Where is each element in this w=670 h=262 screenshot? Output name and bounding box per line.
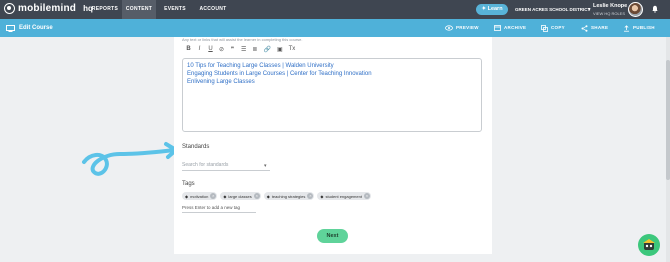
code-button[interactable]: ⊘ <box>219 46 224 53</box>
nav-item-events[interactable]: EVENTS <box>160 0 190 19</box>
scrollbar-thumb[interactable] <box>666 60 670 180</box>
brand-name: mobilemind <box>18 3 77 14</box>
editor-toolbar: B I U ⊘ ❞ ☰ ≣ 🔗 ▣ Tx <box>186 44 295 54</box>
help-bot-button[interactable] <box>638 234 660 256</box>
share-button[interactable]: SHARE <box>581 19 608 37</box>
publish-button[interactable]: PUBLISH <box>623 19 655 37</box>
remove-tag-icon[interactable]: × <box>253 193 260 199</box>
share-label: SHARE <box>591 25 609 30</box>
tag-list: ◆ motivation × ◆ large classes × ◆ teaching s… <box>182 192 371 200</box>
tag-chip: ◆ motivation × <box>182 192 218 200</box>
top-navigation-bar: mobilemind hq REPORTS CONTENT EVENTS ACC… <box>0 0 670 19</box>
tags-label: Tags <box>182 181 195 187</box>
tag-chip: ◆ teaching strategies × <box>263 192 315 200</box>
chevron-down-icon[interactable]: ▾ <box>264 163 267 169</box>
learn-button-label: Learn <box>487 6 503 12</box>
numbered-list-button[interactable]: ≣ <box>252 46 257 53</box>
tag-icon: ◆ <box>223 193 227 199</box>
archive-button[interactable]: ARCHIVE <box>494 19 526 37</box>
page-title: Edit Course <box>6 19 53 37</box>
clear-format-button[interactable]: Tx <box>289 46 296 52</box>
publish-label: PUBLISH <box>633 25 655 30</box>
underline-button[interactable]: U <box>208 46 213 52</box>
tag-icon: ◆ <box>266 193 270 199</box>
remove-tag-icon[interactable]: × <box>307 193 314 199</box>
copy-icon <box>541 24 548 32</box>
share-icon <box>581 24 588 32</box>
tag-icon: ◆ <box>185 193 189 199</box>
image-button[interactable]: ▣ <box>277 46 283 53</box>
nav-item-reports[interactable]: REPORTS <box>88 0 122 19</box>
course-action-bar: Edit Course PREVIEW ARCHIVE COPY SHARE P… <box>0 19 670 37</box>
user-name: Leslie Knope <box>593 3 628 9</box>
view-roles-link[interactable]: VIEW HQ ROLES <box>593 11 625 16</box>
next-button[interactable]: Next <box>317 229 348 243</box>
district-name[interactable]: GREEN ACRES SCHOOL DISTRICT <box>515 7 590 12</box>
link-button[interactable]: 🔗 <box>263 46 270 53</box>
bullet-list-button[interactable]: ☰ <box>241 46 246 53</box>
tag-label: large classes <box>228 193 252 199</box>
remove-tag-icon[interactable]: × <box>363 193 370 199</box>
tag-chip: ◆ student engagement × <box>317 192 371 200</box>
logo-icon <box>4 3 15 14</box>
italic-button[interactable]: I <box>197 46 202 52</box>
preview-button[interactable]: PREVIEW <box>445 19 479 37</box>
resource-link[interactable]: Enlivening Large Classes <box>187 79 255 85</box>
tag-label: student engagement <box>325 193 362 199</box>
rich-text-editor[interactable]: 10 Tips for Teaching Large Classes | Wal… <box>182 58 482 132</box>
resource-link[interactable]: Engaging Students in Large Courses | Cen… <box>187 71 372 77</box>
archive-label: ARCHIVE <box>504 25 527 30</box>
remove-tag-icon[interactable]: × <box>210 193 217 199</box>
standards-label: Standards <box>182 144 210 150</box>
bell-icon[interactable] <box>651 5 659 13</box>
new-tag-input[interactable]: Press Enter to add a new tag <box>182 204 256 213</box>
bold-button[interactable]: B <box>186 46 191 52</box>
copy-button[interactable]: COPY <box>541 19 565 37</box>
archive-icon <box>494 25 501 31</box>
eye-icon <box>445 25 453 31</box>
tag-label: teaching strategies <box>271 193 306 199</box>
learn-button[interactable]: ✦ Learn <box>476 4 508 15</box>
annotation-arrow-icon <box>82 142 178 176</box>
nav-item-account[interactable]: ACCOUNT <box>197 0 229 19</box>
preview-label: PREVIEW <box>456 25 479 30</box>
chevron-down-icon[interactable]: ▾ <box>588 7 591 13</box>
standards-search-input[interactable]: Search for standards <box>182 162 270 171</box>
monitor-icon <box>6 24 15 32</box>
tag-icon: ◆ <box>320 193 324 199</box>
page-title-text: Edit Course <box>19 25 53 31</box>
robot-icon <box>643 239 655 250</box>
tag-label: motivation <box>190 193 209 199</box>
tag-chip: ◆ large classes × <box>220 192 261 200</box>
publish-icon <box>624 24 629 32</box>
field-helper-text: Any text or links that will assist the l… <box>182 37 303 42</box>
avatar[interactable] <box>628 2 643 17</box>
resource-link[interactable]: 10 Tips for Teaching Large Classes | Wal… <box>187 63 334 69</box>
quote-button[interactable]: ❞ <box>230 46 235 53</box>
mobilemind-logo[interactable]: mobilemind hq <box>4 3 93 14</box>
course-form-card: Any text or links that will assist the l… <box>174 37 492 254</box>
nav-item-content[interactable]: CONTENT <box>122 0 156 19</box>
copy-label: COPY <box>551 25 565 30</box>
